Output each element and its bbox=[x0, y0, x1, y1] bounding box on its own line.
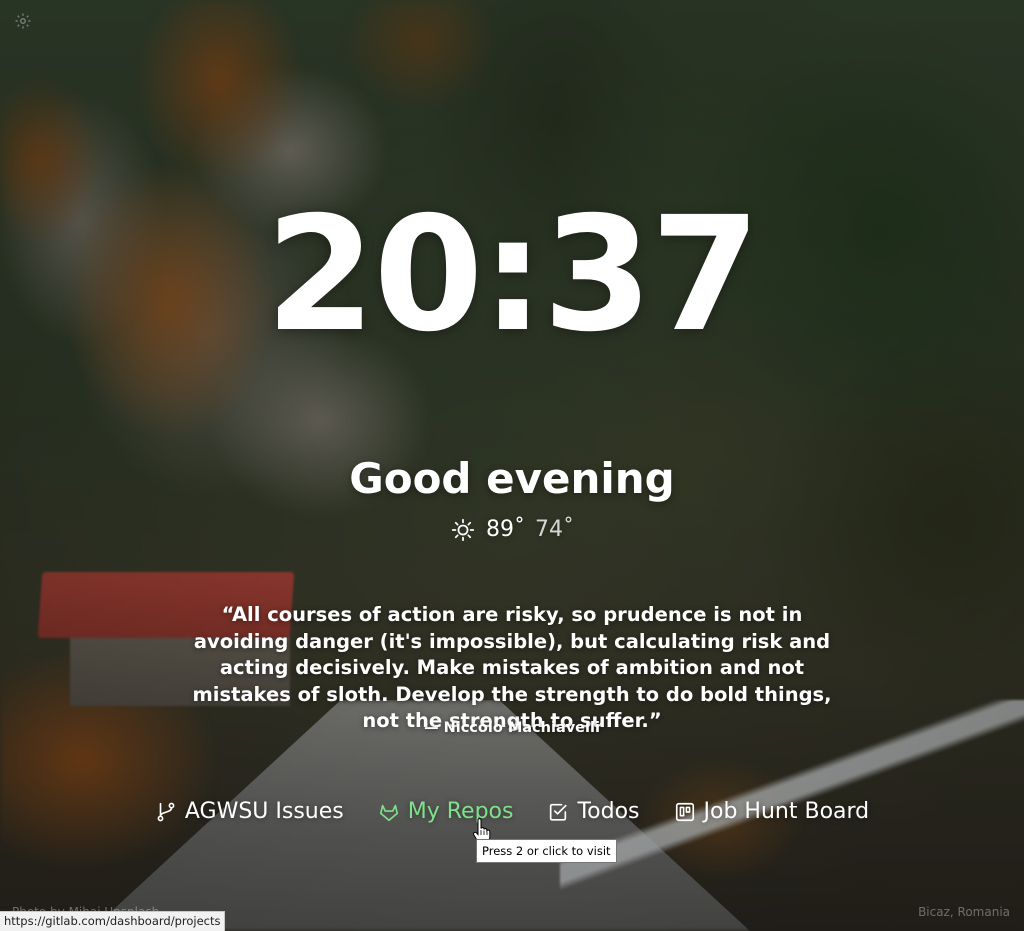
quick-links: AGWSU Issues My Repos Todos Job Hunt Boa… bbox=[0, 796, 1024, 828]
gitlab-icon bbox=[379, 804, 398, 822]
weather-widget: 89˚ 74˚ bbox=[0, 514, 1024, 546]
weather-high-temp: 89˚ bbox=[486, 517, 525, 542]
link-label: My Repos bbox=[407, 799, 514, 824]
link-todos[interactable]: Todos bbox=[547, 796, 640, 828]
link-agwsu-issues[interactable]: AGWSU Issues bbox=[155, 796, 344, 828]
link-job-hunt-board[interactable]: Job Hunt Board bbox=[674, 796, 870, 828]
gear-icon[interactable] bbox=[14, 12, 32, 30]
link-label: Todos bbox=[577, 799, 640, 824]
greeting-text: Good evening bbox=[349, 454, 675, 503]
photo-location: Bicaz, Romania bbox=[918, 905, 1010, 919]
quote-text: “All courses of action are risky, so pru… bbox=[192, 603, 832, 732]
new-tab-dashboard: 20:37 Good evening 89˚ 74˚ “All courses … bbox=[0, 0, 1024, 931]
trello-board-icon bbox=[675, 802, 694, 822]
link-my-repos[interactable]: My Repos bbox=[378, 796, 514, 828]
weather-low-temp: 74˚ bbox=[535, 517, 574, 542]
clock-time: 20:37 bbox=[265, 183, 761, 367]
sun-icon bbox=[451, 518, 475, 542]
link-label: Job Hunt Board bbox=[703, 799, 870, 824]
git-branch-icon bbox=[157, 802, 175, 822]
quote-author: — Niccolo Machiavelli bbox=[424, 720, 600, 736]
link-label: AGWSU Issues bbox=[184, 799, 344, 824]
link-tooltip: Press 2 or click to visit bbox=[476, 839, 617, 863]
checkbox-icon bbox=[550, 803, 568, 821]
status-bar-url: https://gitlab.com/dashboard/projects bbox=[0, 911, 226, 931]
